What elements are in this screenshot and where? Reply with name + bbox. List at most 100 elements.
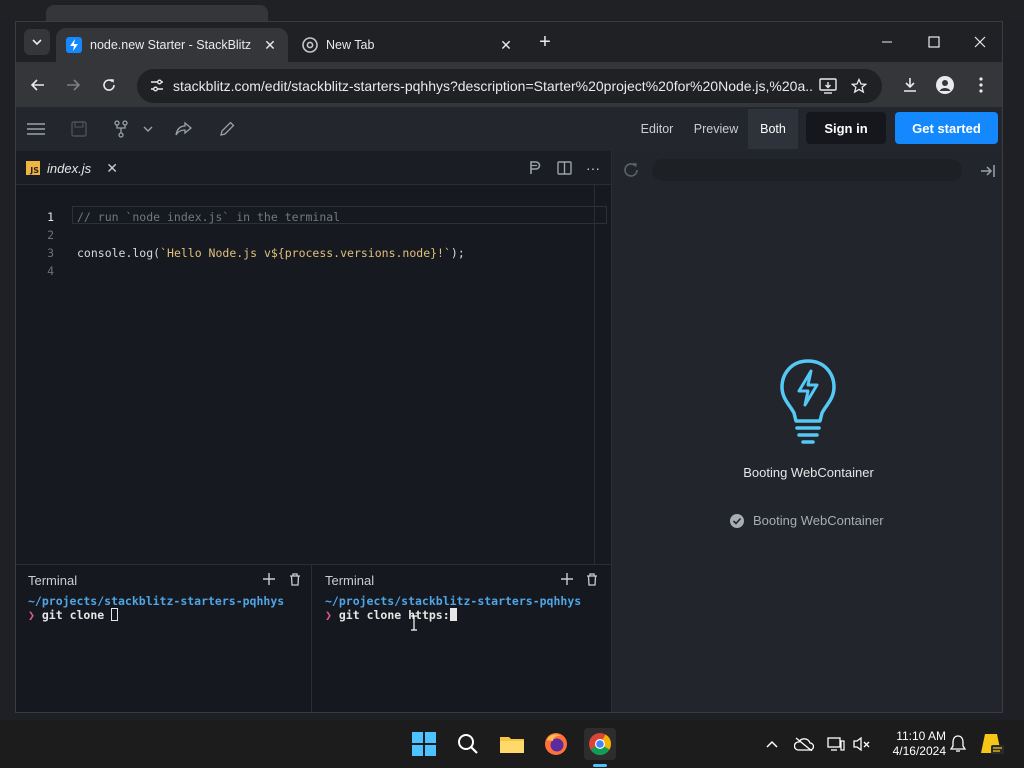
close-window-button[interactable] [957,28,1002,56]
downloads-button[interactable] [896,71,924,99]
maximize-button[interactable] [911,28,957,56]
edit-pencil-icon[interactable] [216,118,238,140]
prompt-symbol: ❯ [325,608,332,622]
start-button[interactable] [408,728,440,760]
sign-in-button[interactable]: Sign in [806,112,886,144]
terminal-panel: Terminal ~/projects/stackblitz-starters-… [16,564,611,712]
bell-icon [950,735,966,752]
tab-stackblitz[interactable]: node.new Starter - StackBlitz ✕ [56,28,288,62]
search-button[interactable] [452,728,484,760]
tab-new-tab[interactable]: New Tab ✕ [292,28,524,62]
terminal-cursor [111,608,119,621]
chrome-icon [302,37,318,53]
booting-status: Booting WebContainer [730,513,884,528]
copilot-pre-icon [981,734,1004,754]
prettier-format-icon[interactable] [526,159,544,177]
tab-search-button[interactable] [24,29,50,55]
arrow-right-icon [67,79,81,91]
chrome-taskbar-button[interactable] [584,728,616,760]
notifications-button[interactable] [942,728,974,760]
copilot-button[interactable] [976,728,1008,760]
show-hidden-icons-button[interactable] [756,728,788,760]
terminal-label: Terminal [325,573,375,588]
close-file-tab-icon[interactable]: ✕ [106,160,118,177]
file-tab-label: index.js [47,160,92,176]
clock-date: 4/16/2024 [892,744,946,758]
view-tab-both[interactable]: Both [748,109,798,149]
firefox-button[interactable] [540,728,572,760]
app-header: Editor Preview Both Sign in Get started [16,107,1002,151]
trash-icon[interactable] [584,571,600,587]
reload-button[interactable] [95,71,123,99]
terminal-label: Terminal [28,573,78,588]
booting-title: Booting WebContainer [743,465,874,480]
fork-icon[interactable] [110,118,132,140]
code-editor[interactable]: 1 // run `node index.js` in the terminal… [16,185,611,565]
cloud-offline-icon [794,737,814,751]
profile-avatar-icon [936,76,954,94]
line-number: 3 [47,246,54,260]
file-tab-index-js[interactable]: JS index.js ✕ [16,151,126,185]
close-tab-icon[interactable]: ✕ [498,37,514,53]
editor-scrollbar[interactable] [594,185,595,565]
new-tab-button[interactable]: + [532,29,558,55]
hamburger-menu-icon[interactable] [25,118,47,140]
line-number: 4 [47,264,54,278]
check-circle-icon [730,513,744,528]
stackblitz-page: Editor Preview Both Sign in Get started … [16,107,1002,712]
search-icon [458,734,478,754]
kebab-menu-icon [979,77,983,93]
arrow-left-icon [30,79,44,91]
back-button[interactable] [24,71,52,99]
chrome-icon [589,733,611,755]
background-tab [46,5,268,21]
close-icon [974,36,986,48]
trash-icon[interactable] [287,571,303,587]
js-file-icon: JS [26,161,40,175]
terminal-path: ~/projects/stackblitz-starters-pqhhys [325,594,582,608]
booting-status-label: Booting WebContainer [753,513,884,528]
more-options-icon[interactable]: ··· [584,159,602,177]
add-terminal-icon[interactable] [261,571,277,587]
install-app-icon[interactable] [819,78,837,94]
preview-url-bar[interactable] [652,159,962,181]
refresh-preview-icon[interactable] [622,161,640,179]
chrome-menu-button[interactable] [967,71,995,99]
terminal-1[interactable]: Terminal ~/projects/stackblitz-starters-… [16,565,312,712]
close-tab-icon[interactable]: ✕ [262,37,278,53]
bookmark-star-icon[interactable] [851,78,867,94]
terminal-path: ~/projects/stackblitz-starters-pqhhys [28,594,285,608]
preview-panel: Booting WebContainer Booting WebContaine… [611,151,1002,712]
lightbulb-icon [780,359,836,444]
share-icon[interactable] [173,118,195,140]
system-clock[interactable]: 11:10 AM 4/16/2024 [872,729,946,759]
tab-title: New Tab [326,38,375,52]
chevron-up-icon [766,740,778,748]
profile-button[interactable] [931,71,959,99]
folder-icon [500,737,524,753]
terminal-command: git clone [41,608,112,622]
code-line: // run `node index.js` in the terminal [77,210,341,224]
site-info-icon [151,79,163,92]
taskbar: 11:10 AM 4/16/2024 [0,720,1024,768]
minimize-button[interactable] [864,28,910,56]
text-cursor-icon [411,615,417,631]
chevron-down-icon[interactable] [137,118,159,140]
get-started-button[interactable]: Get started [895,112,998,144]
terminal-2[interactable]: Terminal ~/projects/stackblitz-starters-… [313,565,611,712]
stackblitz-bolt-icon [66,37,82,53]
save-icon[interactable] [68,118,90,140]
editor-tab-bar: JS index.js ✕ ··· [16,151,611,185]
forward-button[interactable] [59,71,87,99]
split-editor-icon[interactable] [555,159,573,177]
collapse-panel-icon[interactable] [980,164,996,178]
view-tab-editor[interactable]: Editor [632,109,682,149]
download-icon [904,78,916,92]
file-explorer-button[interactable] [496,728,528,760]
tab-title: node.new Starter - StackBlitz [90,38,252,52]
address-bar[interactable]: stackblitz.com/edit/stackblitz-starters-… [137,69,882,103]
view-tab-preview[interactable]: Preview [688,109,744,149]
line-number: 1 [47,210,54,224]
add-terminal-icon[interactable] [559,571,575,587]
onedrive-button[interactable] [788,728,820,760]
